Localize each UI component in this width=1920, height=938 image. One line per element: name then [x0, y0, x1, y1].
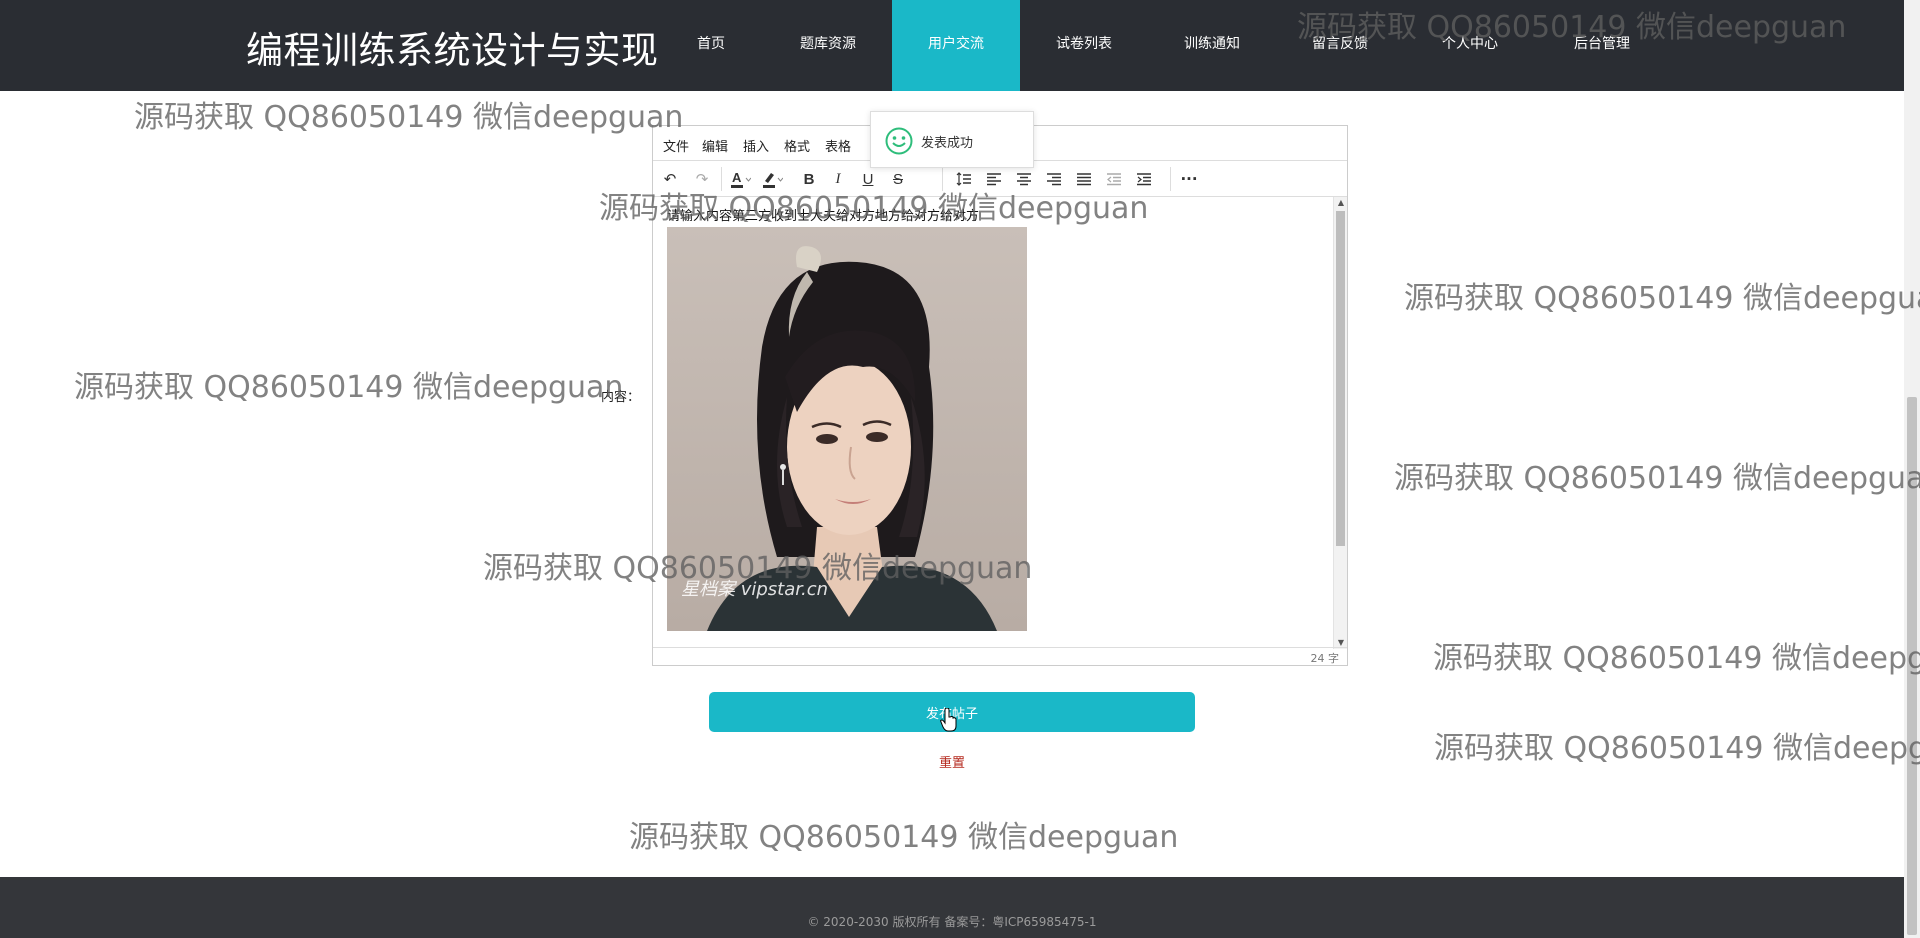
page-scrollbar[interactable]	[1904, 0, 1920, 938]
strikethrough-icon[interactable]: S	[885, 166, 911, 192]
copyright-text: © 2020-2030 版权所有 备案号：粤ICP65985475-1	[807, 915, 1097, 929]
word-count: 24 字	[1310, 652, 1340, 665]
smile-icon	[885, 127, 913, 155]
hand-cursor-icon	[940, 708, 957, 732]
image-watermark-caption: 星档案 vipstar.cn	[681, 579, 829, 600]
footer: © 2020-2030 版权所有 备案号：粤ICP65985475-1	[0, 877, 1904, 938]
nav-item-home[interactable]: 首页	[647, 0, 775, 91]
nav-item-user-forum[interactable]: 用户交流	[892, 0, 1020, 91]
justify-icon[interactable]	[1071, 166, 1097, 192]
site-title: 编程训练系统设计与实现	[246, 29, 659, 72]
redo-icon[interactable]: ↷	[689, 166, 715, 192]
page: 编程训练系统设计与实现 首页 题库资源 用户交流 试卷列表 训练通知 留言反馈 …	[0, 0, 1920, 938]
indent-icon[interactable]	[1131, 166, 1157, 192]
menu-table[interactable]: 表格	[825, 136, 851, 155]
reset-button[interactable]: 重置	[939, 752, 965, 771]
watermark-text: 源码获取 QQ86050149 微信deepguan	[1404, 281, 1920, 316]
content-field-label: 内容：	[601, 390, 641, 405]
menu-insert[interactable]: 插入	[743, 136, 769, 155]
menu-file[interactable]: 文件	[663, 136, 689, 155]
bold-icon[interactable]: B	[796, 166, 822, 192]
top-navigation-bar: 编程训练系统设计与实现 首页 题库资源 用户交流 试卷列表 训练通知 留言反馈 …	[0, 0, 1904, 91]
nav-item-exam-list[interactable]: 试卷列表	[1020, 0, 1148, 91]
toast-message: 发表成功	[921, 136, 974, 151]
watermark-text: 源码获取 QQ86050149 微信deepguan	[1433, 641, 1920, 676]
align-left-icon[interactable]	[981, 166, 1007, 192]
success-toast: 发表成功	[870, 111, 1034, 168]
nav-item-feedback[interactable]: 留言反馈	[1276, 0, 1404, 91]
scroll-up-icon[interactable]: ▲	[1334, 197, 1348, 209]
page-scroll-thumb[interactable]	[1907, 397, 1917, 935]
watermark-text: 源码获取 QQ86050149 微信deepguan	[1394, 461, 1920, 496]
menu-edit[interactable]: 编辑	[702, 136, 728, 155]
text-color-icon[interactable]: A	[727, 166, 753, 192]
editor-statusbar: 24 字	[653, 647, 1347, 665]
watermark-text: 源码获取 QQ86050149 微信deepguan	[1434, 731, 1920, 766]
toolbar-divider	[721, 167, 722, 191]
editor-content-area[interactable]: 请输入内容第三方收到士大夫给对方地方给对方给对方 星档案 vipstar.cn	[653, 197, 1349, 649]
svg-text:A: A	[732, 170, 742, 185]
toolbar-divider	[942, 167, 943, 191]
nav-item-admin[interactable]: 后台管理	[1538, 0, 1666, 91]
rich-text-editor: 文件 编辑 插入 格式 表格 ↶ ↷ A B I U S ··· 请输入内容第三…	[652, 125, 1348, 666]
highlight-color-icon[interactable]	[759, 166, 785, 192]
align-right-icon[interactable]	[1041, 166, 1067, 192]
toolbar-divider	[1170, 167, 1171, 191]
more-icon[interactable]: ···	[1176, 166, 1202, 192]
align-center-icon[interactable]	[1011, 166, 1037, 192]
undo-icon[interactable]: ↶	[657, 166, 683, 192]
watermark-text: 源码获取 QQ86050149 微信deepguan	[134, 100, 684, 135]
menu-format[interactable]: 格式	[784, 136, 810, 155]
italic-icon[interactable]: I	[825, 166, 851, 192]
inserted-image: 星档案 vipstar.cn	[667, 227, 1027, 631]
editor-content-text: 请输入内容第三方收到士大夫给对方地方给对方给对方	[667, 209, 980, 224]
nav-item-personal-center[interactable]: 个人中心	[1406, 0, 1534, 91]
editor-scrollbar[interactable]: ▲ ▼	[1333, 197, 1347, 649]
watermark-text: 源码获取 QQ86050149 微信deepguan	[74, 370, 624, 405]
nav-item-question-bank[interactable]: 题库资源	[764, 0, 892, 91]
line-height-icon[interactable]	[951, 166, 977, 192]
nav-item-training-notice[interactable]: 训练通知	[1148, 0, 1276, 91]
underline-icon[interactable]: U	[855, 166, 881, 192]
editor-scroll-thumb[interactable]	[1336, 211, 1345, 546]
outdent-icon[interactable]	[1101, 166, 1127, 192]
watermark-text: 源码获取 QQ86050149 微信deepguan	[629, 820, 1179, 855]
